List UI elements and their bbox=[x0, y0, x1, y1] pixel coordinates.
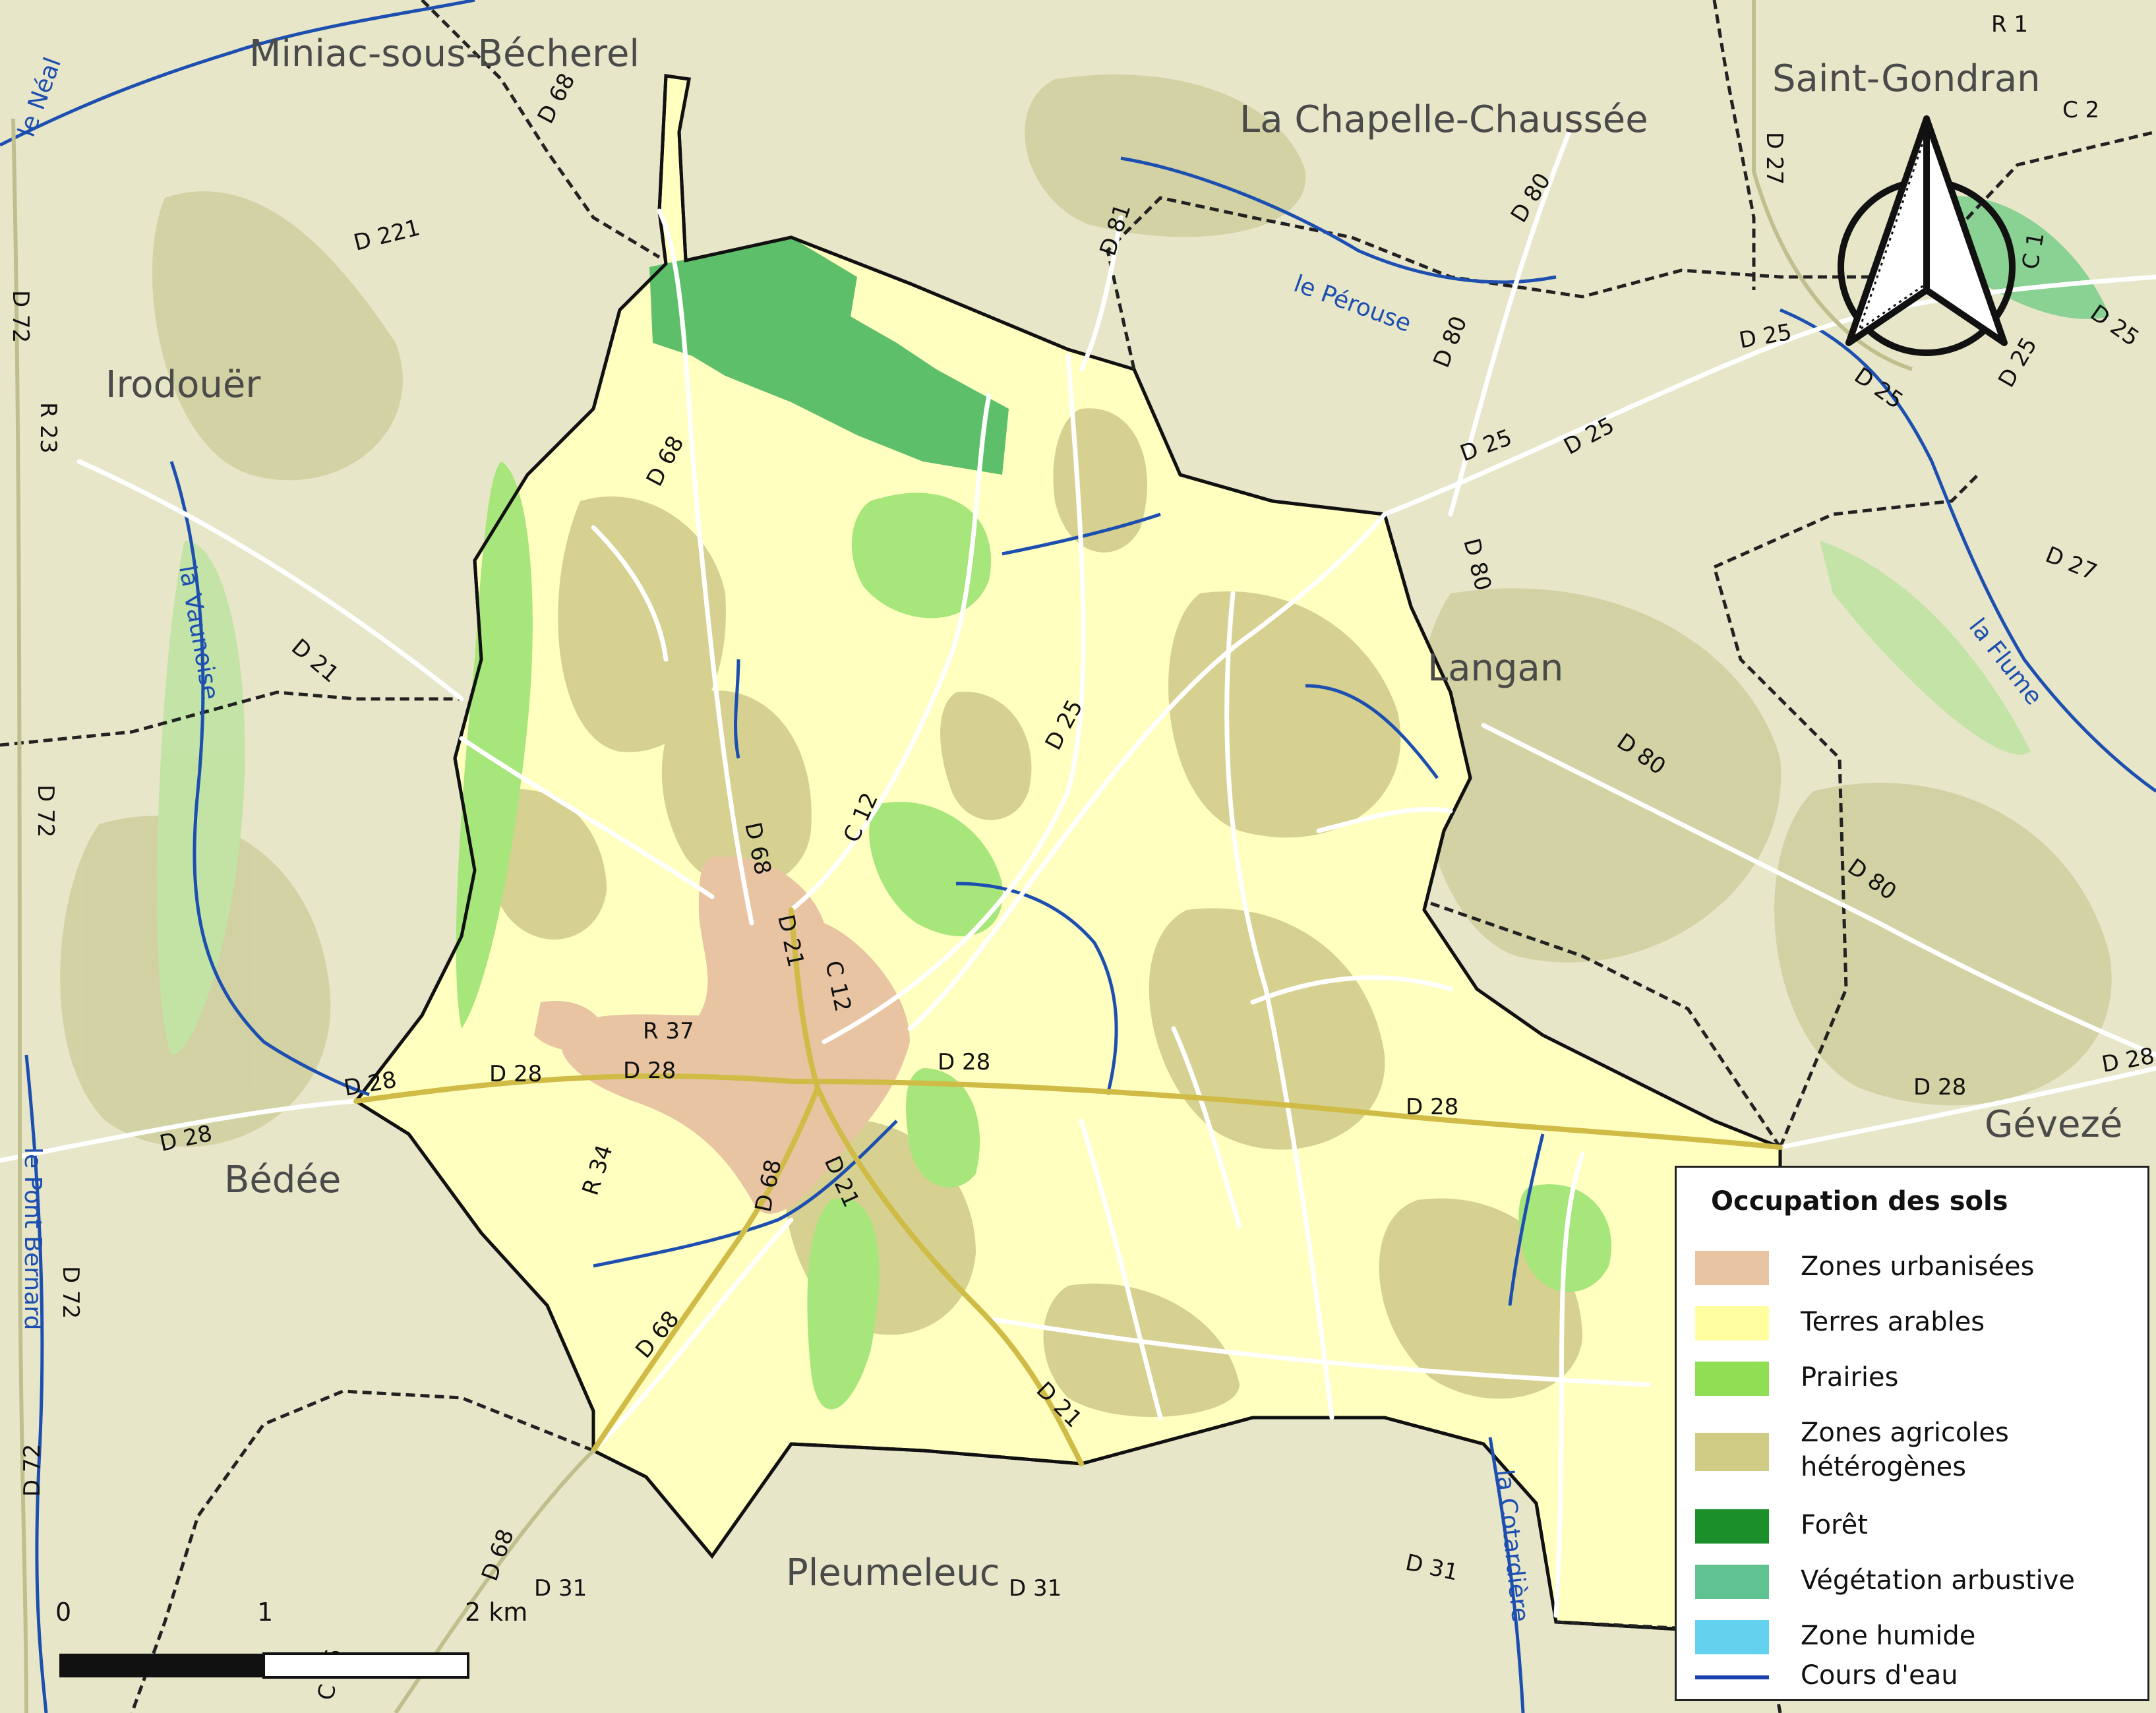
road-label: R 1 bbox=[1991, 11, 2028, 38]
scale-segment-white bbox=[262, 1652, 469, 1679]
legend-title: Occupation des sols bbox=[1711, 1186, 2008, 1217]
legend-label: Cours d'eau bbox=[1801, 1660, 1958, 1691]
road-label: D 28 bbox=[623, 1058, 676, 1084]
scale-tick-label: 1 bbox=[257, 1598, 273, 1627]
legend-item-urban: Zones urbanisées bbox=[1695, 1247, 2143, 1286]
legend-item-heterogeneous: Zones agricoles hétérogènes bbox=[1695, 1413, 2143, 1492]
road-label: D 28 bbox=[1913, 1074, 1966, 1100]
legend-label: Zones agricoles hétérogènes bbox=[1801, 1418, 2009, 1482]
legend-swatch bbox=[1695, 1433, 1769, 1471]
road-label: D 28 bbox=[938, 1049, 990, 1075]
road-label: C 2 bbox=[2062, 97, 2099, 123]
legend-swatch bbox=[1695, 1620, 1769, 1654]
place-label: Bédée bbox=[224, 1158, 341, 1201]
road-label: D 28 bbox=[489, 1061, 542, 1087]
road-label: D 72 bbox=[32, 785, 59, 837]
legend-swatch bbox=[1695, 1251, 1769, 1285]
road-label: D 72 bbox=[57, 1266, 84, 1319]
legend-item-forest: Forêt bbox=[1695, 1505, 2143, 1545]
scale-bar: 0 1 2 km bbox=[40, 1596, 567, 1701]
road-label: D 28 bbox=[1406, 1094, 1458, 1120]
legend-swatch bbox=[1695, 1306, 1769, 1340]
place-label: Langan bbox=[1427, 647, 1563, 690]
place-label: Saint-Gondran bbox=[1772, 57, 2041, 100]
legend-label: Forêt bbox=[1801, 1510, 1868, 1540]
place-label: Miniac-sous-Bécherel bbox=[249, 32, 640, 75]
scale-segment-black bbox=[59, 1654, 264, 1677]
legend-item-wetland: Zone humide bbox=[1695, 1616, 2143, 1656]
road-label: D 72 bbox=[19, 1444, 45, 1497]
legend: Occupation des sols Zones urbanisées Ter… bbox=[1675, 1166, 2149, 1701]
place-label: Gévezé bbox=[1985, 1103, 2122, 1146]
legend-swatch bbox=[1695, 1565, 1769, 1599]
place-label: Irodouër bbox=[105, 363, 261, 406]
legend-label: Terres arables bbox=[1801, 1307, 1985, 1337]
legend-label: Prairies bbox=[1801, 1362, 1899, 1393]
scale-tick-label: 2 km bbox=[465, 1598, 527, 1627]
legend-item-arable: Terres arables bbox=[1695, 1302, 2143, 1342]
legend-line bbox=[1695, 1675, 1769, 1679]
place-label: Pleumeleuc bbox=[786, 1551, 1000, 1594]
legend-item-meadow: Prairies bbox=[1695, 1358, 2143, 1397]
road-label: D 72 bbox=[7, 290, 34, 343]
legend-swatch bbox=[1695, 1362, 1769, 1396]
legend-item-waterway: Cours d'eau bbox=[1695, 1656, 2143, 1695]
river-label: le Pont Bernard bbox=[19, 1147, 46, 1330]
road-label: R 23 bbox=[35, 402, 61, 454]
legend-label: Zone humide bbox=[1801, 1621, 1976, 1651]
road-label: D 31 bbox=[1009, 1575, 1062, 1602]
road-label: D 27 bbox=[1761, 132, 1787, 185]
legend-swatch bbox=[1695, 1509, 1769, 1544]
scale-tick-label: 0 bbox=[55, 1598, 71, 1627]
legend-label: Zones urbanisées bbox=[1801, 1251, 2035, 1282]
road-label: R 37 bbox=[643, 1018, 694, 1044]
legend-label: Végétation arbustive bbox=[1801, 1565, 2076, 1596]
legend-item-shrub: Végétation arbustive bbox=[1695, 1561, 2143, 1600]
place-label: La Chapelle-Chaussée bbox=[1240, 98, 1648, 141]
